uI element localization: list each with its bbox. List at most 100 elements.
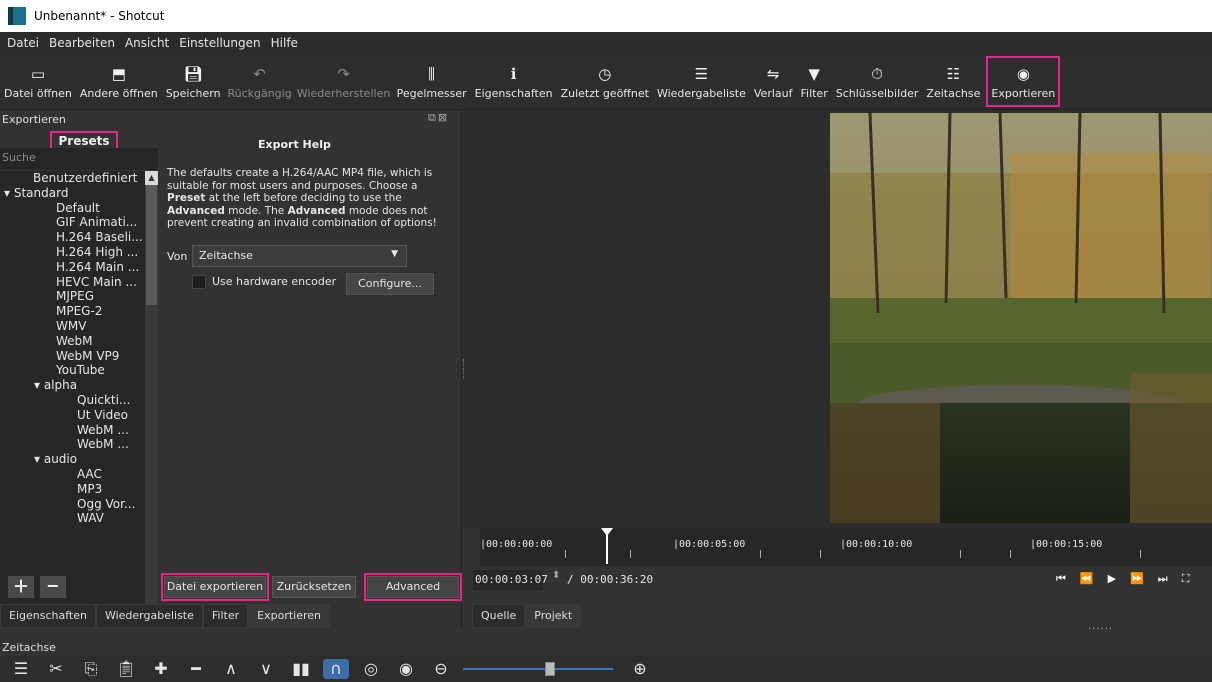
tree-group[interactable]: ▾ alpha — [0, 378, 145, 393]
cut-icon[interactable]: ✂ — [43, 659, 69, 679]
preset-tree[interactable]: Benutzerdefiniert ▾ Standard Default GIF… — [0, 171, 145, 619]
tree-item[interactable]: MP3 — [0, 482, 145, 497]
export-button[interactable]: ◉ Exportieren — [984, 54, 1062, 109]
tab-export[interactable]: Exportieren — [248, 604, 330, 628]
timeline-icon: ☷ — [946, 64, 961, 83]
zoom-slider[interactable] — [463, 659, 613, 679]
tab-properties[interactable]: Eigenschaften — [0, 604, 96, 628]
timeline-button[interactable]: ☷ Zeitachse — [922, 54, 984, 109]
add-preset-button[interactable]: ＋ — [8, 576, 34, 598]
save-button[interactable]: 💾︎ Speichern — [162, 54, 225, 109]
tab-playlist[interactable]: Wiedergabeliste — [95, 604, 203, 628]
playlist-button[interactable]: ☰ Wiedergabeliste — [653, 54, 750, 109]
properties-button[interactable]: ℹ Eigenschaften — [471, 54, 557, 109]
tree-item[interactable]: Benutzerdefiniert — [0, 171, 145, 186]
ripple-icon[interactable]: ◉ — [393, 659, 419, 679]
filter-button[interactable]: ▼ Filter — [796, 54, 831, 109]
tree-item[interactable]: AAC — [0, 467, 145, 482]
redo-button[interactable]: ↷ Wiederherstellen — [295, 54, 393, 109]
tree-item[interactable]: H.264 High ... — [0, 245, 145, 260]
tree-item[interactable]: Ogg Vor... — [0, 497, 145, 512]
from-select[interactable]: Zeitachse ▼ — [192, 245, 407, 267]
overwrite-icon[interactable]: ∨ — [253, 659, 279, 679]
tree-item[interactable]: MJPEG — [0, 289, 145, 304]
play-icon[interactable]: ▶ — [1108, 572, 1116, 586]
scrub-eye-icon[interactable]: ◎ — [358, 659, 384, 679]
hardware-encoder-checkbox[interactable] — [192, 275, 206, 289]
append-icon[interactable]: ✚ — [148, 659, 174, 679]
toggle-zoom-icon[interactable]: ⛶ — [1182, 572, 1190, 586]
tree-item[interactable]: YouTube — [0, 363, 145, 378]
tab-source[interactable]: Quelle — [472, 604, 526, 628]
ruler-tick — [960, 550, 961, 558]
scroll-up-icon[interactable]: ▲ — [145, 171, 158, 185]
tab-project[interactable]: Projekt — [525, 604, 582, 628]
history-button[interactable]: ⇋ Verlauf — [750, 54, 797, 109]
peak-meter-icon: ⫼ — [428, 64, 436, 83]
preset-tree-scrollbar[interactable]: ▲ ▼ — [145, 171, 158, 619]
tree-item[interactable]: WebM VP9 — [0, 349, 145, 364]
timeline-toolbar: ☰ ✂ ⎘ 📋︎ ✚ ━ ∧ ∨ ▮▮ ∩ ◎ ◉ ⊖ ⊕ — [0, 656, 1212, 682]
export-file-button[interactable]: Datei exportieren — [161, 573, 269, 601]
remove-preset-button[interactable]: − — [40, 576, 66, 598]
filter-label: Filter — [800, 86, 828, 100]
preset-search-input[interactable]: Suche — [0, 148, 158, 170]
tree-item[interactable]: MPEG-2 — [0, 304, 145, 319]
panel-splitter[interactable] — [463, 359, 465, 379]
copy-icon[interactable]: ⎘ — [78, 659, 104, 679]
tree-item[interactable]: H.264 Baseli... — [0, 230, 145, 245]
snap-magnet-icon[interactable]: ∩ — [323, 659, 349, 679]
menu-ansicht[interactable]: Ansicht — [120, 36, 174, 50]
tree-item[interactable]: H.264 Main ... — [0, 260, 145, 275]
recent-button[interactable]: ◷ Zuletzt geöffnet — [557, 54, 653, 109]
tree-item[interactable]: WebM ... — [0, 423, 145, 438]
reset-button[interactable]: Zurücksetzen — [272, 576, 356, 598]
zoom-out-icon[interactable]: ⊖ — [428, 659, 454, 679]
open-other-button[interactable]: ⬒ Andere öffnen — [76, 54, 162, 109]
tree-item[interactable]: HEVC Main ... — [0, 275, 145, 290]
dock-float-close-icons[interactable]: ⧉⊠ — [428, 111, 449, 125]
scrollbar-thumb[interactable] — [146, 185, 157, 305]
configure-button[interactable]: Configure... — [346, 273, 434, 295]
tree-item[interactable]: WebM — [0, 334, 145, 349]
properties-label: Eigenschaften — [474, 86, 553, 100]
tree-group[interactable]: ▾ Standard — [0, 186, 145, 201]
viewer-tabs: Quelle Projekt — [472, 604, 582, 628]
tree-item[interactable]: GIF Animati... — [0, 215, 145, 230]
video-viewer[interactable] — [463, 111, 1212, 528]
menu-datei[interactable]: Datei — [2, 36, 44, 50]
tree-item[interactable]: WMV — [0, 319, 145, 334]
split-icon[interactable]: ▮▮ — [288, 659, 314, 679]
zoom-in-icon[interactable]: ⊕ — [627, 659, 653, 679]
advanced-button[interactable]: Advanced — [364, 573, 462, 601]
timecode-spin-icon[interactable]: ⬍ — [552, 570, 560, 581]
lift-icon[interactable]: ∧ — [218, 659, 244, 679]
remove-icon[interactable]: ━ — [183, 659, 209, 679]
playhead-marker[interactable] — [600, 528, 614, 564]
peak-meter-button[interactable]: ⫼ Pegelmesser — [393, 54, 471, 109]
zoom-slider-handle[interactable] — [545, 662, 555, 676]
resize-handle-icon[interactable]: ······ — [1088, 624, 1113, 635]
open-file-button[interactable]: ▭ Datei öffnen — [0, 54, 76, 109]
skip-to-end-icon[interactable]: ⏭ — [1158, 572, 1168, 586]
tree-item[interactable]: WebM ... — [0, 437, 145, 452]
rewind-icon[interactable]: ⏪ — [1080, 572, 1094, 586]
tree-item[interactable]: WAV — [0, 511, 145, 526]
paste-icon[interactable]: 📋︎ — [113, 659, 139, 679]
menu-icon[interactable]: ☰ — [8, 659, 34, 679]
tree-item[interactable]: Quickti... — [0, 393, 145, 408]
tree-group[interactable]: ▾ audio — [0, 452, 145, 467]
menu-hilfe[interactable]: Hilfe — [266, 36, 303, 50]
skip-to-start-icon[interactable]: ⏮ — [1056, 572, 1066, 586]
keyframes-button[interactable]: ⏱ Schlüsselbilder — [832, 54, 923, 109]
list-icon: ☰ — [694, 64, 709, 83]
fast-forward-icon[interactable]: ⏩ — [1130, 572, 1144, 586]
tree-item[interactable]: Default — [0, 201, 145, 216]
tab-filter[interactable]: Filter — [202, 604, 249, 628]
undo-button[interactable]: ↶ Rückgängig — [225, 54, 295, 109]
tree-item[interactable]: Ut Video — [0, 408, 145, 423]
current-timecode-input[interactable]: 00:00:03:07 — [473, 570, 548, 590]
time-ruler[interactable]: |00:00:00:00 |00:00:05:00 |00:00:10:00 |… — [480, 528, 1212, 566]
menu-einstellungen[interactable]: Einstellungen — [174, 36, 265, 50]
menu-bearbeiten[interactable]: Bearbeiten — [44, 36, 120, 50]
